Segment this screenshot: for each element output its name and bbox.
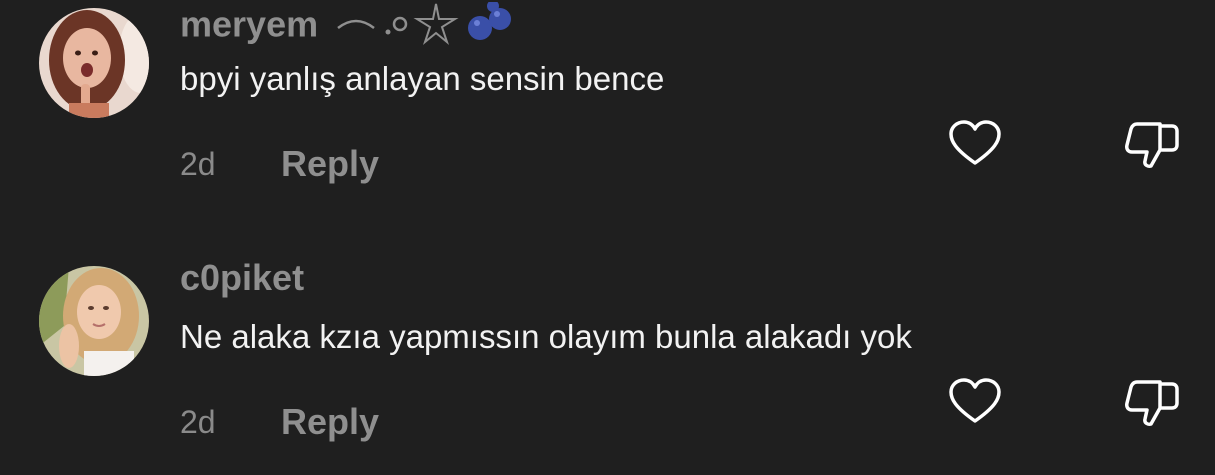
- avatar[interactable]: [39, 8, 149, 118]
- avatar[interactable]: [39, 266, 149, 376]
- like-button[interactable]: [947, 116, 1003, 172]
- decoration-icon: [337, 0, 512, 45]
- dislike-button[interactable]: [1124, 118, 1180, 174]
- comment-item: meryem bpyi yanlış anlayan sensin bence …: [0, 0, 1215, 240]
- username[interactable]: meryem: [180, 0, 531, 52]
- heart-icon: [949, 120, 1001, 165]
- thumbs-down-icon: [1125, 380, 1179, 426]
- comment-time: 2d: [180, 404, 216, 440]
- reply-button[interactable]: Reply: [281, 404, 379, 440]
- avatar-photo: [39, 266, 149, 376]
- comment-time: 2d: [180, 146, 216, 182]
- reply-button[interactable]: Reply: [281, 146, 379, 182]
- comment-text: Ne alaka kzıa yapmıssın olayım bunla ala…: [180, 318, 912, 355]
- username-text: c0piket: [180, 257, 305, 298]
- like-button[interactable]: [947, 374, 1003, 430]
- dislike-button[interactable]: [1124, 376, 1180, 432]
- username-text: meryem: [180, 3, 319, 45]
- thumbs-down-icon: [1125, 122, 1179, 168]
- username[interactable]: c0piket: [180, 260, 304, 296]
- avatar-photo: [39, 8, 149, 118]
- heart-icon: [949, 378, 1001, 423]
- comment-text: bpyi yanlış anlayan sensin bence: [180, 60, 665, 97]
- username-decoration: [336, 0, 531, 52]
- comment-item: c0piket Ne alaka kzıa yapmıssın olayım b…: [0, 258, 1215, 475]
